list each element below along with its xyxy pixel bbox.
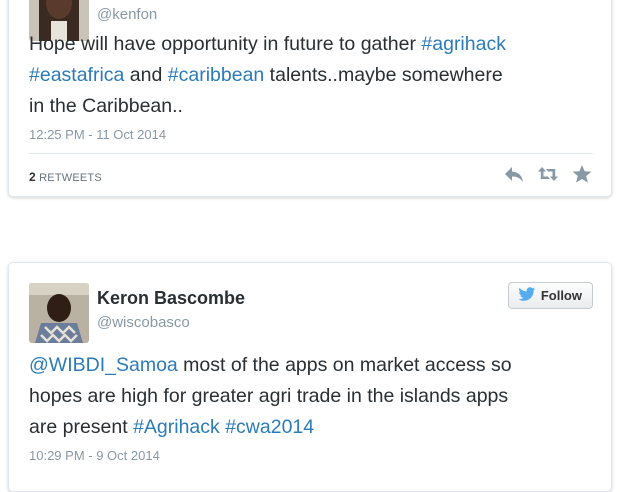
retweet-label: RETWEETS xyxy=(39,172,102,184)
tweet-text: Hope will have opportunity in future to … xyxy=(29,29,593,122)
tweet-actions xyxy=(503,164,593,189)
display-name[interactable]: Keron Bascombe xyxy=(97,288,245,309)
reply-icon[interactable] xyxy=(503,164,525,189)
tweet-card: @kenfon Hope will have opportunity in fu… xyxy=(8,0,612,197)
hashtag-link[interactable]: #caribbean xyxy=(168,64,265,86)
divider xyxy=(29,153,593,154)
hashtag-link[interactable]: #cwa2014 xyxy=(225,416,314,438)
tweet-text-segment: Hope will have opportunity in future to … xyxy=(29,33,422,55)
follow-label: Follow xyxy=(540,288,582,303)
tweet-text-segment: are present xyxy=(29,416,134,438)
hashtag-link[interactable]: #eastafrica xyxy=(29,64,124,86)
tweet-text-segment: most of the apps on market access so xyxy=(177,354,512,376)
tweet-text-segment: and xyxy=(124,64,168,86)
retweet-stats[interactable]: 2 RETWEETS xyxy=(29,170,102,184)
username[interactable]: @wiscobasco xyxy=(97,314,190,331)
tweet-card: Keron Bascombe @wiscobasco Follow @WIBDI… xyxy=(8,262,612,492)
tweet-text-segment: hopes are high for greater agri trade in… xyxy=(29,385,509,407)
retweet-icon[interactable] xyxy=(537,164,559,189)
twitter-bird-icon xyxy=(518,286,536,305)
hashtag-link[interactable]: #Agrihack xyxy=(133,416,220,438)
timestamp[interactable]: 12:25 PM - 11 Oct 2014 xyxy=(29,127,166,142)
tweet-text: @WIBDI_Samoa most of the apps on market … xyxy=(29,350,593,443)
retweet-count: 2 xyxy=(29,170,36,184)
hashtag-link[interactable]: #agrihack xyxy=(421,33,506,55)
tweet-text-segment: in the Caribbean.. xyxy=(29,95,183,117)
mention-link[interactable]: @WIBDI_Samoa xyxy=(29,354,178,376)
tweet-text-segment: talents..maybe somewhere xyxy=(264,64,503,86)
follow-button[interactable]: Follow xyxy=(507,282,593,309)
timestamp[interactable]: 10:29 PM - 9 Oct 2014 xyxy=(29,448,160,463)
favorite-icon[interactable] xyxy=(571,164,593,189)
avatar[interactable] xyxy=(29,283,89,343)
username[interactable]: @kenfon xyxy=(97,6,157,23)
